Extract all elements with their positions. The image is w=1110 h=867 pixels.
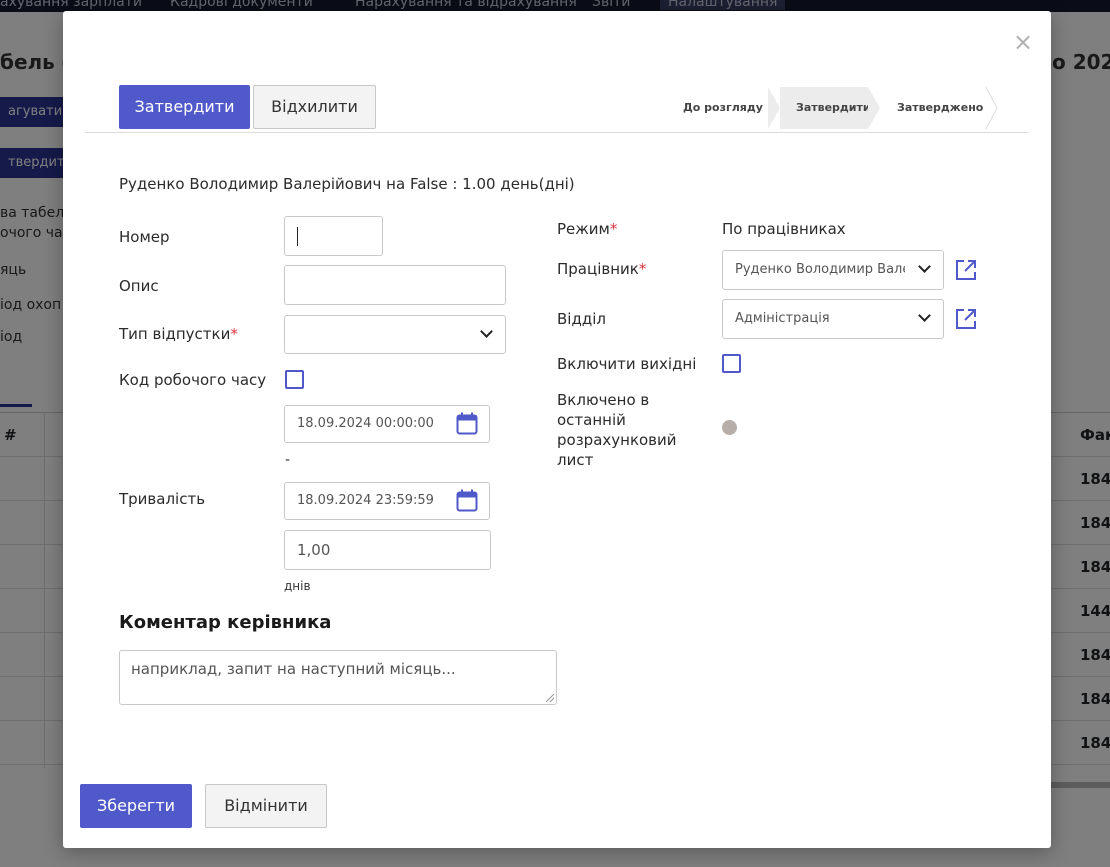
approve-button[interactable]: Затвердити [119, 85, 250, 129]
step-approved: Затверджено [897, 101, 984, 114]
manager-comment-textarea[interactable]: наприклад, запит на наступний місяць... [119, 650, 557, 705]
step-separator [768, 87, 780, 129]
duration-label: Тривалість [119, 490, 206, 508]
days-unit: днів [284, 579, 311, 593]
status-dot [722, 420, 737, 435]
comment-placeholder: наприклад, запит на наступний місяць... [131, 660, 456, 678]
mode-label: Режим* [557, 220, 617, 238]
work-time-code-checkbox[interactable] [285, 370, 304, 389]
required-mark: * [609, 220, 618, 238]
include-weekends-checkbox[interactable] [722, 354, 741, 373]
mode-label-text: Режим [557, 220, 610, 238]
work-time-code-label: Код робочого часу [119, 371, 267, 389]
leave-type-select[interactable] [284, 315, 506, 354]
reject-button[interactable]: Відхилити [253, 85, 376, 129]
cancel-button[interactable]: Відмінити [205, 784, 327, 828]
employee-label: Працівник* [557, 260, 646, 278]
label-line: лист [557, 451, 594, 469]
text-cursor [297, 227, 298, 246]
start-datetime-value: 18.09.2024 00:00:00 [297, 416, 434, 431]
end-datetime-value: 18.09.2024 23:59:59 [297, 493, 434, 508]
include-weekends-label: Включити вихідні [557, 355, 697, 373]
department-value: Адміністрація [735, 311, 830, 326]
required-mark: * [638, 260, 647, 278]
open-external-icon[interactable] [955, 308, 977, 330]
employee-label-text: Працівник [557, 260, 639, 278]
duration-value: 1,00 [297, 541, 331, 559]
department-select[interactable]: Адміністрація [722, 299, 944, 339]
step-separator [868, 87, 880, 129]
step-pending: До розгляду [683, 101, 763, 114]
description-input[interactable] [284, 265, 506, 305]
date-range-dash: - [285, 452, 291, 468]
step-end-chevron [985, 87, 998, 129]
label-line: Включено в [557, 391, 650, 409]
number-input[interactable] [284, 216, 383, 256]
label-line: розрахунковий [557, 431, 677, 449]
department-label: Відділ [557, 310, 606, 328]
status-steps: До розгляду Затвердити Затверджено [671, 87, 1001, 129]
comment-title: Коментар керівника [119, 612, 332, 633]
label-line: останній [557, 411, 626, 429]
start-datetime-input[interactable]: 18.09.2024 00:00:00 [284, 405, 490, 443]
chevron-down-icon [480, 325, 493, 338]
leave-type-label: Тип відпустки* [119, 325, 238, 343]
mode-value: По працівниках [722, 220, 846, 238]
description-label: Опис [119, 277, 159, 295]
chevron-down-icon [918, 309, 931, 322]
end-datetime-input[interactable]: 18.09.2024 23:59:59 [284, 482, 490, 520]
leave-type-label-text: Тип відпустки [119, 325, 231, 343]
calendar-icon[interactable] [456, 489, 478, 512]
calendar-icon[interactable] [456, 412, 478, 435]
included-last-payslip-label: Включено в останній розрахунковий лист [557, 390, 677, 470]
duration-input[interactable]: 1,00 [284, 530, 491, 570]
open-external-icon[interactable] [955, 259, 977, 281]
resize-handle[interactable] [546, 694, 554, 702]
summary-text: Руденко Володимир Валерійович на False :… [119, 175, 575, 193]
step-approve: Затвердити [780, 87, 871, 129]
employee-select[interactable]: Руденко Володимир Валерійович [722, 250, 944, 290]
save-button[interactable]: Зберегти [80, 784, 192, 828]
number-label: Номер [119, 228, 170, 246]
leave-request-modal: × Затвердити Відхилити До розгляду Затве… [63, 11, 1051, 848]
close-icon[interactable]: × [1011, 30, 1035, 55]
header-divider [85, 132, 1029, 133]
required-mark: * [230, 325, 238, 343]
